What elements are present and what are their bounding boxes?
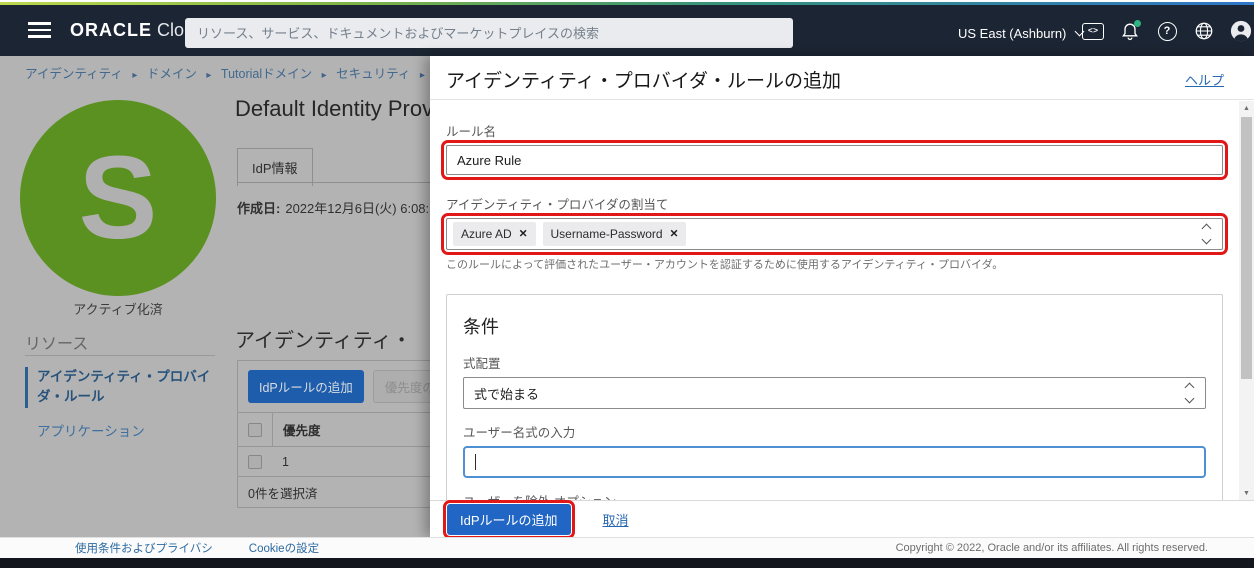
breadcrumb-security[interactable]: セキュリティ bbox=[336, 67, 410, 81]
breadcrumb-domains[interactable]: ドメイン bbox=[147, 67, 197, 81]
avatar-letter: S bbox=[79, 130, 158, 266]
page-title: Default Identity Prov bbox=[235, 96, 430, 122]
help-link[interactable]: ヘルプ bbox=[1185, 70, 1224, 89]
search-input[interactable] bbox=[185, 18, 793, 48]
page-footer: 使用条件およびプライバシ Cookieの設定 Copyright © 2022,… bbox=[0, 537, 1254, 558]
chip-remove-icon[interactable]: ✕ bbox=[519, 228, 528, 240]
select-all-checkbox[interactable] bbox=[248, 423, 262, 437]
add-idp-rule-drawer: アイデンティティ・プロバイダ・ルールの追加 ヘルプ ルール名 アイデンティティ・… bbox=[430, 56, 1254, 537]
chip-label: Azure AD bbox=[461, 227, 512, 241]
created-date: 作成日: 2022年12月6日(火) 6:08:56 bbox=[237, 198, 430, 217]
username-expr-label: ユーザー名式の入力 bbox=[463, 422, 1206, 441]
row-checkbox[interactable] bbox=[248, 455, 262, 469]
rule-name-label: ルール名 bbox=[446, 121, 1223, 140]
region-selector[interactable]: US East (Ashburn) bbox=[958, 23, 1083, 43]
oracle-cloud-logo[interactable]: ORACLECloud bbox=[70, 20, 204, 41]
tab-underline bbox=[237, 182, 430, 183]
global-search bbox=[185, 18, 793, 48]
edit-priority-button[interactable]: 優先度の編集 bbox=[373, 370, 430, 403]
cloud-shell-icon[interactable]: <> bbox=[1082, 20, 1104, 42]
rule-name-input[interactable] bbox=[446, 145, 1223, 175]
topbar-icons: <> ? bbox=[1082, 19, 1252, 43]
conditions-card: 条件 式配置 式で始まる ユーザー名式の入力 ユーザーを除外 オプション 選択.… bbox=[446, 294, 1223, 500]
created-date-label: 作成日: bbox=[237, 201, 280, 216]
selection-status: 0件を選択済 bbox=[238, 476, 430, 507]
resources-heading: リソース bbox=[25, 330, 88, 354]
conditions-title: 条件 bbox=[463, 313, 1206, 339]
created-date-value: 2022年12月6日(火) 6:08:56 bbox=[285, 201, 430, 216]
notification-badge bbox=[1134, 20, 1141, 27]
exclude-users-label: ユーザーを除外 オプション bbox=[463, 491, 1206, 500]
scroll-down-icon[interactable]: ▼ bbox=[1239, 486, 1254, 500]
chip-azure-ad: Azure AD ✕ bbox=[453, 222, 536, 246]
resource-avatar: S bbox=[20, 100, 216, 296]
table-header-row: 優先度 bbox=[238, 412, 430, 446]
drawer-scrollbar[interactable]: ▲ ▼ bbox=[1239, 101, 1254, 500]
expr-placement-value: 式で始まる bbox=[474, 384, 539, 403]
terms-privacy-link[interactable]: 使用条件およびプライバシ bbox=[75, 540, 213, 556]
select-stepper-icon[interactable] bbox=[1203, 225, 1210, 243]
sidebar-item-applications[interactable]: アプリケーション bbox=[37, 420, 145, 440]
scroll-up-icon[interactable]: ▲ bbox=[1239, 101, 1254, 115]
window-bottom-edge bbox=[0, 558, 1254, 568]
idp-assign-multiselect[interactable]: Azure AD ✕ Username-Password ✕ bbox=[446, 218, 1223, 250]
add-idp-rule-submit-button[interactable]: IdPルールの追加 bbox=[447, 504, 571, 535]
rules-toolbar: IdPルールの追加 優先度の編集 bbox=[238, 361, 430, 412]
resources-divider bbox=[25, 355, 215, 356]
idp-assign-label: アイデンティティ・プロバイダの割当て bbox=[446, 194, 1223, 213]
main-page-dimmed: アイデンティティ ▸ ドメイン ▸ Tutorialドメイン ▸ セキュリティ … bbox=[0, 56, 430, 537]
expr-placement-label: 式配置 bbox=[463, 353, 1206, 372]
hamburger-menu-icon[interactable] bbox=[28, 22, 51, 42]
rules-table-card: IdPルールの追加 優先度の編集 優先度 1 0件を選択済 bbox=[237, 360, 430, 508]
user-avatar-icon[interactable] bbox=[1230, 20, 1252, 42]
notifications-bell-icon[interactable] bbox=[1119, 20, 1141, 42]
idp-assign-help: このルールによって評価されたユーザー・アカウントを認証するために使用するアイデン… bbox=[446, 256, 1223, 272]
copyright-text: Copyright © 2022, Oracle and/or its affi… bbox=[896, 542, 1208, 554]
text-caret bbox=[475, 454, 476, 470]
region-label: US East (Ashburn) bbox=[958, 26, 1066, 41]
oracle-cloud-console: ORACLECloud US East (Ashburn) <> ? bbox=[0, 0, 1254, 568]
breadcrumb: アイデンティティ ▸ ドメイン ▸ Tutorialドメイン ▸ セキュリティ … bbox=[25, 63, 430, 82]
priority-column-header: 優先度 bbox=[273, 420, 321, 439]
status-badge: アクティブ化済 bbox=[20, 299, 216, 318]
row-priority-value: 1 bbox=[272, 455, 289, 469]
chip-username-password: Username-Password ✕ bbox=[543, 222, 687, 246]
username-expression-input[interactable] bbox=[463, 446, 1206, 478]
breadcrumb-tutorial-domain[interactable]: Tutorialドメイン bbox=[221, 67, 312, 81]
drawer-title: アイデンティティ・プロバイダ・ルールの追加 bbox=[446, 66, 841, 93]
breadcrumb-identity[interactable]: アイデンティティ bbox=[25, 67, 123, 81]
drawer-header: アイデンティティ・プロバイダ・ルールの追加 ヘルプ bbox=[430, 56, 1254, 100]
language-globe-icon[interactable] bbox=[1193, 20, 1215, 42]
select-stepper-icon[interactable] bbox=[1186, 384, 1193, 402]
scrollbar-thumb[interactable] bbox=[1241, 117, 1252, 379]
help-icon[interactable]: ? bbox=[1156, 20, 1178, 42]
expr-placement-select[interactable]: 式で始まる bbox=[463, 377, 1206, 409]
cookie-settings-link[interactable]: Cookieの設定 bbox=[249, 540, 319, 556]
chip-remove-icon[interactable]: ✕ bbox=[670, 228, 679, 240]
add-idp-rule-button-dimmed[interactable]: IdPルールの追加 bbox=[248, 370, 364, 403]
logo-oracle-text: ORACLE bbox=[70, 20, 152, 40]
chip-label: Username-Password bbox=[551, 227, 663, 241]
top-navigation-bar: ORACLECloud US East (Ashburn) <> ? bbox=[0, 5, 1254, 56]
rules-section-title: アイデンティティ・ bbox=[235, 324, 412, 353]
tab-idp-info[interactable]: IdP情報 bbox=[237, 148, 313, 186]
cancel-link[interactable]: 取消 bbox=[603, 510, 629, 529]
table-row[interactable]: 1 bbox=[238, 446, 430, 476]
drawer-footer: IdPルールの追加 取消 bbox=[430, 500, 1254, 537]
drawer-body: ルール名 アイデンティティ・プロバイダの割当て Azure AD ✕ Usern… bbox=[430, 101, 1239, 500]
sidebar-item-idp-rules[interactable]: アイデンティティ・プロバイダ・ルール bbox=[25, 367, 213, 408]
